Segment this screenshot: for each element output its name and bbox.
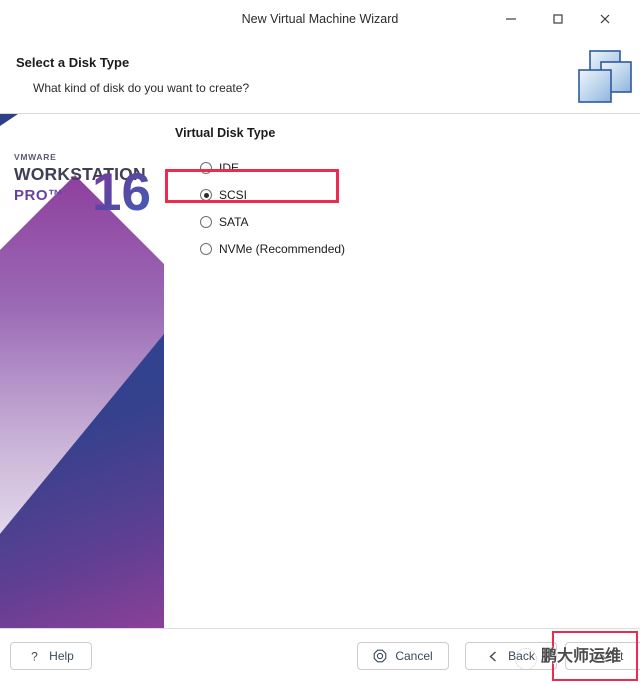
radio-icon-nvme[interactable] xyxy=(200,243,212,255)
close-icon xyxy=(598,12,612,26)
watermark-text: 鹏大师运维 xyxy=(541,648,622,665)
stacked-disks-icon xyxy=(572,48,634,106)
radio-option-scsi[interactable]: SCSI xyxy=(200,185,247,205)
title-bar: New Virtual Machine Wizard xyxy=(0,0,640,38)
radio-option-nvme[interactable]: NVMe (Recommended) xyxy=(200,239,345,259)
svg-text:?: ? xyxy=(31,650,38,663)
help-button-label: Help xyxy=(49,649,74,663)
radio-icon-scsi[interactable] xyxy=(200,189,212,201)
cancel-button[interactable]: Cancel xyxy=(357,642,449,670)
close-button[interactable] xyxy=(582,0,628,38)
footer-divider xyxy=(0,628,640,629)
radio-icon-ide[interactable] xyxy=(200,162,212,174)
question-mark-icon: ? xyxy=(28,650,41,663)
cancel-button-label: Cancel xyxy=(395,649,433,663)
help-button[interactable]: ? Help xyxy=(10,642,92,670)
radio-label-scsi: SCSI xyxy=(219,188,248,202)
page-subtitle: What kind of disk do you want to create? xyxy=(33,81,250,95)
logo-version: 16 xyxy=(92,163,151,222)
minimize-button[interactable] xyxy=(488,0,534,38)
wizard-header: Select a Disk Type What kind of disk do … xyxy=(0,38,640,113)
chevron-left-icon xyxy=(487,650,500,663)
watermark-circle-icon xyxy=(515,648,537,670)
wizard-content: Virtual Disk Type IDE SCSI SATA NVMe (Re… xyxy=(164,114,640,628)
virtual-disk-type-label: Virtual Disk Type xyxy=(175,126,276,140)
radio-label-ide: IDE xyxy=(219,161,240,175)
logo-vendor: VMWARE xyxy=(14,152,57,162)
page-title: Select a Disk Type xyxy=(16,55,130,70)
radio-label-nvme: NVMe (Recommended) xyxy=(219,242,346,256)
radio-option-ide[interactable]: IDE xyxy=(200,158,239,178)
radio-option-sata[interactable]: SATA xyxy=(200,212,249,232)
stop-octagon-icon xyxy=(373,649,387,663)
annotation-highlight-scsi xyxy=(165,169,339,203)
radio-icon-sata[interactable] xyxy=(200,216,212,228)
maximize-icon xyxy=(551,12,565,26)
radio-label-sata: SATA xyxy=(219,215,249,229)
new-virtual-machine-wizard-window: New Virtual Machine Wizard Select a Disk… xyxy=(0,0,640,683)
branding-sidebar: VMWARE WORKSTATION PRO™ 16 xyxy=(0,114,164,628)
corner-accent xyxy=(0,114,18,126)
minimize-icon xyxy=(504,12,518,26)
maximize-button[interactable] xyxy=(535,0,581,38)
